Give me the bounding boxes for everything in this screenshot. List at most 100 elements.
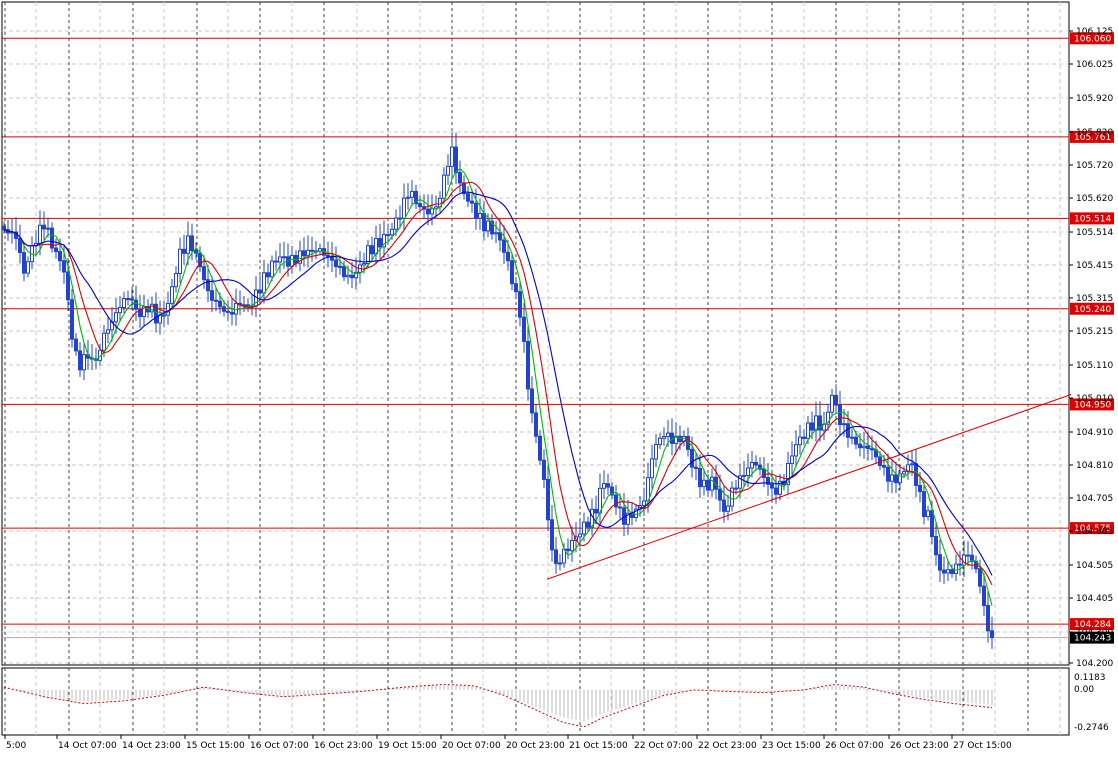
chart-svg[interactable]: 106.060105.761105.514105.240104.950104.5… [0, 0, 1118, 756]
candle-body [102, 332, 106, 351]
oscillator-tick-label: 0.00 [1074, 685, 1094, 695]
candle-body [362, 262, 366, 266]
candle-body [458, 172, 462, 184]
y-tick-label: 104.300 [1076, 628, 1113, 638]
x-tick-label: 27 Oct 15:00 [953, 741, 1012, 751]
candle-body [234, 302, 238, 315]
candle-body [386, 234, 390, 237]
candle-body [894, 474, 898, 484]
candle-body [654, 443, 658, 460]
candle-body [558, 562, 562, 565]
candle-body [706, 479, 710, 491]
candle-body [830, 394, 834, 413]
candle-body [22, 252, 26, 274]
x-tick-label: 15 Oct 15:00 [186, 741, 245, 751]
candle-body [658, 437, 662, 445]
y-tick-label: 104.910 [1076, 428, 1113, 438]
candle-body [378, 238, 382, 248]
y-tick-label: 105.920 [1076, 94, 1113, 104]
candle-body [954, 563, 958, 574]
candle-body [742, 475, 746, 478]
candle-body [366, 245, 370, 264]
candle-body [46, 227, 50, 230]
candle-body [982, 585, 986, 606]
candle-body [130, 298, 134, 301]
candle-body [258, 289, 262, 294]
candle-body [210, 290, 214, 301]
candle-body [350, 274, 354, 279]
y-tick-label: 105.720 [1076, 161, 1113, 171]
candle-body [790, 455, 794, 465]
candle-body [510, 260, 514, 285]
candle-body [526, 340, 530, 390]
candle-body [842, 423, 846, 426]
candle-body [506, 251, 510, 262]
candle-body [310, 249, 314, 252]
candle-body [866, 445, 870, 450]
candle-body [2, 225, 6, 231]
candle-body [910, 463, 914, 466]
candle-body [978, 568, 982, 587]
candle-body [406, 196, 410, 199]
candle-body [290, 254, 294, 267]
candle-body [398, 217, 402, 220]
candle-body [74, 338, 78, 352]
candle-body [466, 193, 470, 202]
support-trendline [546, 394, 1072, 580]
candle-body [454, 146, 458, 174]
candle-body [78, 350, 82, 371]
candle-body [42, 224, 46, 230]
candle-body [702, 479, 706, 488]
candle-body [194, 250, 198, 254]
candle-body [278, 256, 282, 263]
candle-body [282, 256, 286, 259]
candle-body [798, 436, 802, 446]
candle-body [690, 448, 694, 468]
candle-body [162, 314, 166, 317]
forex-chart[interactable]: 106.060 105.761 105.514 105.240 104.950 104.5… [0, 0, 1118, 756]
candle-body [730, 487, 734, 507]
candle-body [834, 394, 838, 406]
candle-body [190, 235, 194, 252]
candle-body [614, 494, 618, 508]
candle-body [522, 316, 526, 342]
candle-body [662, 436, 666, 439]
candle-body [902, 471, 906, 475]
candle-body [330, 256, 334, 261]
candle-body [394, 217, 398, 230]
candle-body [390, 228, 394, 236]
candle-body [266, 272, 270, 278]
candle-body [470, 200, 474, 204]
candle-body [118, 306, 122, 314]
candle-body [950, 569, 954, 574]
candle-body [530, 388, 534, 414]
candle-body [262, 272, 266, 294]
candle-body [182, 248, 186, 254]
oscillator-tick-label: 0.1183 [1074, 673, 1106, 683]
candle-body [426, 208, 430, 215]
candle-body [70, 299, 74, 340]
candle-body [870, 448, 874, 451]
candle-body [166, 302, 170, 316]
candle-body [178, 248, 182, 274]
candle-body [754, 461, 758, 466]
candle-body [446, 165, 450, 176]
x-tick-label: 21 Oct 15:00 [569, 741, 628, 751]
candle-body [54, 247, 58, 253]
candle-body [810, 422, 814, 431]
level-price-label: 105.240 [1074, 305, 1111, 315]
candle-body [410, 190, 414, 198]
x-tick-label: 20 Oct 23:00 [506, 741, 565, 751]
candle-body [922, 491, 926, 517]
candle-body [710, 476, 714, 491]
candle-body [774, 487, 778, 495]
x-tick-label: 26 Oct 07:00 [825, 741, 884, 751]
candle-body [338, 265, 342, 268]
candle-body [882, 465, 886, 468]
candle-body [374, 238, 378, 255]
candle-body [942, 569, 946, 574]
candle-body [174, 272, 178, 288]
moving-average-line-2 [3, 181, 993, 586]
y-tick-label: 105.110 [1076, 361, 1113, 371]
candle-body [946, 569, 950, 574]
